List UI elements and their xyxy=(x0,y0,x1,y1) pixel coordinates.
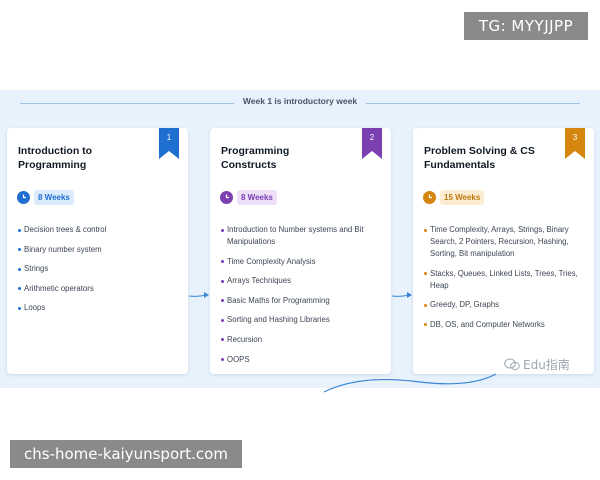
topic-item: Introduction to Number systems and Bit M… xyxy=(221,224,385,248)
topic-item: Basic Maths for Programming xyxy=(221,295,385,307)
decorative-curve xyxy=(323,373,497,393)
step-number: 2 xyxy=(369,133,375,142)
duration-badge: 15 Weeks xyxy=(423,188,485,206)
duration-badge: 8 Weeks xyxy=(17,188,74,206)
course-card-programming-constructs[interactable]: Programming Constructs 2 8 Weeks Introdu… xyxy=(210,128,391,374)
topic-item: Time Complexity, Arrays, Strings, Binary… xyxy=(424,224,590,260)
topic-item: Arithmetic operators xyxy=(18,283,183,295)
step-ribbon: 2 xyxy=(362,128,382,159)
topic-item: Recursion xyxy=(221,334,385,346)
duration-badge: 8 Weeks xyxy=(220,188,277,206)
topic-list: Decision trees & control Binary number s… xyxy=(18,224,183,322)
clock-icon xyxy=(423,190,436,204)
clock-icon xyxy=(17,190,30,204)
card-title: Problem Solving & CS Fundamentals xyxy=(424,145,535,171)
clock-icon xyxy=(220,190,233,204)
duration-label: 8 Weeks xyxy=(34,189,74,205)
topic-list: Introduction to Number systems and Bit M… xyxy=(221,224,385,373)
course-card-problem-solving[interactable]: Problem Solving & CS Fundamentals 3 15 W… xyxy=(413,128,594,374)
course-card-intro-programming[interactable]: Introduction to Programming 1 8 Weeks De… xyxy=(7,128,188,374)
topic-item: DB, OS, and Computer Networks xyxy=(424,319,590,331)
card-title: Programming Constructs xyxy=(221,145,290,171)
topic-item: Greedy, DP, Graphs xyxy=(424,299,590,311)
connector-arrow-icon xyxy=(188,292,209,298)
week-banner: Week 1 is introductory week xyxy=(0,96,600,110)
topic-item: Strings xyxy=(18,263,183,275)
step-ribbon: 1 xyxy=(159,128,179,159)
card-title: Introduction to Programming xyxy=(18,145,93,171)
week-banner-text: Week 1 is introductory week xyxy=(236,96,364,106)
connector-arrow-icon xyxy=(391,292,412,298)
topic-item: Time Complexity Analysis xyxy=(221,256,385,268)
step-number: 3 xyxy=(572,133,578,142)
topic-item: Loops xyxy=(18,302,183,314)
watermark-label-mid: Edu指南 xyxy=(523,358,570,372)
step-number: 1 xyxy=(166,133,172,142)
topic-item: Binary number system xyxy=(18,244,183,256)
wechat-icon xyxy=(504,358,520,371)
topic-item: Arrays Techniques xyxy=(221,275,385,287)
duration-label: 8 Weeks xyxy=(237,189,277,205)
watermark-label-top: TG: MYYJJPP xyxy=(464,12,588,40)
topic-item: Stacks, Queues, Linked Lists, Trees, Tri… xyxy=(424,268,590,292)
topic-item: Decision trees & control xyxy=(18,224,183,236)
topic-item: Sorting and Hashing Libraries xyxy=(221,314,385,326)
duration-label: 15 Weeks xyxy=(440,189,485,205)
topic-item: OOPS xyxy=(221,354,385,366)
step-ribbon: 3 xyxy=(565,128,585,159)
topic-list: Time Complexity, Arrays, Strings, Binary… xyxy=(424,224,590,338)
watermark-label-bottom: chs-home-kaiyunsport.com xyxy=(10,440,242,468)
